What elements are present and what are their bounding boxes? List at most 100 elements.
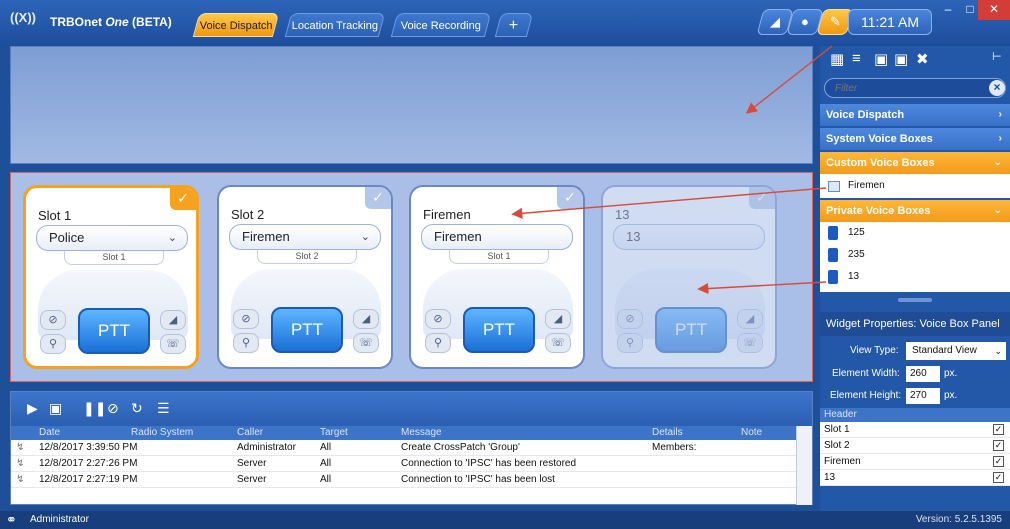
minimize-icon[interactable]: – — [936, 0, 960, 20]
add-tab-button[interactable]: + — [494, 13, 534, 37]
height-unit: px. — [944, 390, 958, 401]
log-row[interactable]: ↯ 12/8/2017 2:27:19 PM Server All Connec… — [11, 473, 796, 488]
key-icon[interactable]: ⚲ — [40, 334, 66, 354]
refresh-icon[interactable]: ↻ — [131, 400, 143, 417]
app-title: TRBOnet One (BETA) — [50, 15, 172, 29]
voice-box-slot-1[interactable]: Slot 1 ✓ Police ⌄ Slot 1 ⊘ ⚲ PTT ◢ ☏ — [23, 185, 199, 369]
bring-front-icon[interactable]: ▣ — [874, 50, 888, 68]
col-message[interactable]: Message — [401, 427, 442, 438]
radio-icon — [828, 226, 838, 240]
checkbox[interactable]: ✓ — [993, 472, 1004, 483]
radio-icon — [828, 248, 838, 262]
channel-dropdown[interactable]: 13 — [613, 224, 765, 250]
col-details[interactable]: Details — [652, 427, 683, 438]
grid-icon[interactable]: ▦ — [830, 50, 844, 68]
col-target[interactable]: Target — [320, 427, 348, 438]
section-custom-voice-boxes[interactable]: Custom Voice Boxes ⌄ — [820, 152, 1010, 174]
phone-icon[interactable]: ☏ — [160, 334, 186, 354]
chevron-down-icon: ⌄ — [993, 205, 1002, 216]
log-row[interactable]: ↯ 12/8/2017 2:27:26 PM Server All Connec… — [11, 457, 796, 472]
checkbox[interactable]: ✓ — [993, 424, 1004, 435]
send-back-icon[interactable]: ▣ — [894, 50, 908, 68]
close-icon[interactable]: ✕ — [978, 0, 1010, 20]
delete-icon[interactable]: ✖ — [916, 50, 929, 68]
ptt-button[interactable]: PTT — [78, 308, 150, 354]
header-row[interactable]: Firemen ✓ — [820, 454, 1010, 470]
block-icon[interactable]: ⊘ — [40, 310, 66, 330]
tab-voice-dispatch[interactable]: Voice Dispatch — [192, 13, 280, 37]
list-item[interactable]: 235 — [820, 244, 1010, 266]
ptt-button[interactable]: PTT — [271, 307, 343, 353]
list-item[interactable]: Firemen — [820, 175, 1010, 197]
phone-icon[interactable]: ☏ — [737, 333, 763, 353]
speaker-icon[interactable]: ◢ — [545, 309, 571, 329]
speaker-icon[interactable]: ◢ — [353, 309, 379, 329]
chevron-down-icon: ⌄ — [993, 157, 1002, 168]
current-user: Administrator — [30, 514, 89, 525]
slot-label: Slot 1 — [64, 251, 164, 265]
widget-properties-title: Widget Properties: Voice Box Panel — [820, 312, 1010, 336]
col-note[interactable]: Note — [741, 427, 762, 438]
play-icon[interactable]: ▶ — [27, 400, 38, 417]
filter-clear-icon[interactable]: ⊘ — [107, 400, 119, 417]
header-row[interactable]: Slot 2 ✓ — [820, 438, 1010, 454]
col-date[interactable]: Date — [39, 427, 60, 438]
app-name-suffix: (BETA) — [132, 15, 172, 29]
section-private-voice-boxes[interactable]: Private Voice Boxes ⌄ — [820, 200, 1010, 222]
header-row[interactable]: Slot 1 ✓ — [820, 422, 1010, 438]
key-icon[interactable]: ⚲ — [617, 333, 643, 353]
log-scrollbar[interactable] — [796, 426, 812, 505]
element-height-label: Element Height: — [830, 390, 902, 401]
channel-dropdown[interactable]: Police ⌄ — [36, 225, 188, 251]
check-icon[interactable]: ✓ — [749, 187, 775, 209]
phone-icon[interactable]: ☏ — [353, 333, 379, 353]
element-height-input[interactable]: 270 — [906, 388, 940, 404]
speaker-icon[interactable]: ◢ — [737, 309, 763, 329]
tab-voice-recording[interactable]: Voice Recording — [390, 13, 492, 37]
panel-toolbar: ▦ ≡ ▣ ▣ ✖ ⊢ — [820, 46, 1010, 74]
checkbox[interactable]: ✓ — [993, 456, 1004, 467]
align-icon[interactable]: ≡ — [852, 50, 861, 67]
col-caller[interactable]: Caller — [237, 427, 263, 438]
voice-box-title: Slot 2 — [231, 207, 265, 222]
log-row[interactable]: ↯ 12/8/2017 3:39:50 PM Administrator All… — [11, 441, 796, 456]
element-width-input[interactable]: 260 — [906, 366, 940, 382]
speaker-icon[interactable]: ◢ — [160, 310, 186, 330]
splitter-handle[interactable] — [898, 298, 932, 302]
ptt-button[interactable]: PTT — [463, 307, 535, 353]
pin-icon[interactable]: ⊢ — [992, 50, 1002, 63]
section-voice-dispatch[interactable]: Voice Dispatch › — [820, 104, 1010, 126]
block-icon[interactable]: ⊘ — [233, 309, 259, 329]
radio-icon — [828, 270, 838, 284]
voice-box-firemen[interactable]: Firemen ✓ Firemen Slot 1 ⊘ ⚲ PTT ◢ ☏ — [409, 185, 585, 369]
block-icon[interactable]: ⊘ — [617, 309, 643, 329]
check-icon[interactable]: ✓ — [170, 188, 196, 210]
clear-filter-icon[interactable]: × — [989, 80, 1005, 96]
header-row[interactable]: 13 ✓ — [820, 470, 1010, 486]
check-icon[interactable]: ✓ — [365, 187, 391, 209]
view-type-select[interactable]: Standard View ⌄ — [906, 342, 1006, 360]
chevron-down-icon: ⌄ — [167, 232, 177, 244]
channel-value: Firemen — [434, 229, 482, 244]
key-icon[interactable]: ⚲ — [233, 333, 259, 353]
filter-input[interactable] — [825, 79, 975, 97]
check-icon[interactable]: ✓ — [557, 187, 583, 209]
list-item[interactable]: 13 — [820, 266, 1010, 288]
channel-dropdown[interactable]: Firemen ⌄ — [229, 224, 381, 250]
view-type-label: View Type: — [850, 345, 899, 356]
tab-location-tracking[interactable]: Location Tracking — [284, 13, 386, 37]
voice-box-slot-2[interactable]: Slot 2 ✓ Firemen ⌄ Slot 2 ⊘ ⚲ PTT ◢ ☏ — [217, 185, 393, 369]
pause-icon[interactable]: ❚❚ — [83, 400, 106, 417]
save-icon[interactable]: ▣ — [49, 400, 62, 417]
section-system-voice-boxes[interactable]: System Voice Boxes › — [820, 128, 1010, 150]
key-icon[interactable]: ⚲ — [425, 333, 451, 353]
list-item[interactable]: 125 — [820, 222, 1010, 244]
col-radio-system[interactable]: Radio System — [131, 427, 193, 438]
block-icon[interactable]: ⊘ — [425, 309, 451, 329]
voice-box-13[interactable]: 13 ✓ 13 ⊘ ⚲ PTT ◢ ☏ — [601, 185, 777, 369]
phone-icon[interactable]: ☏ — [545, 333, 571, 353]
list-icon[interactable]: ☰ — [157, 400, 170, 417]
ptt-button[interactable]: PTT — [655, 307, 727, 353]
channel-dropdown[interactable]: Firemen — [421, 224, 573, 250]
checkbox[interactable]: ✓ — [993, 440, 1004, 451]
